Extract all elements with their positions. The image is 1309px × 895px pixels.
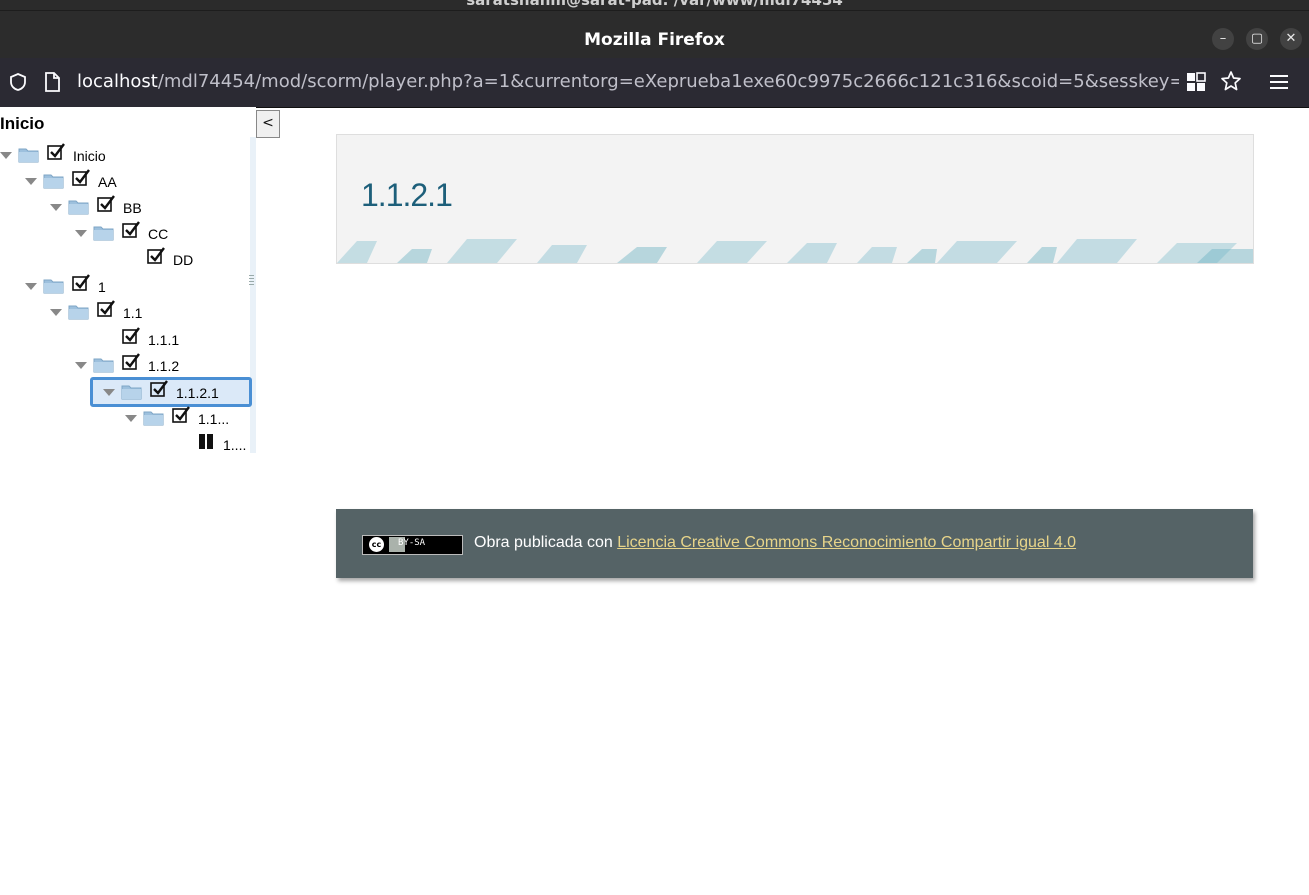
cc-logo-icon: cc: [369, 537, 384, 552]
content-header: 1.1.2.1: [336, 134, 1254, 264]
toc-item-label: Inicio: [73, 148, 106, 164]
pause-status-icon: [197, 432, 215, 450]
page-title: 1.1.2.1: [361, 177, 453, 213]
completed-check-icon: [122, 353, 140, 371]
toc-item-label: 1....: [223, 437, 247, 453]
folder-icon: [18, 146, 39, 163]
toc-item[interactable]: 1.1...: [125, 406, 246, 430]
toc-item[interactable]: 1.1.2.1: [90, 377, 252, 407]
completed-check-icon: [97, 195, 115, 213]
toc-item[interactable]: 1....: [150, 432, 246, 453]
hamburger-menu-icon[interactable]: [1270, 72, 1288, 92]
extensions-icon[interactable]: [1186, 72, 1206, 92]
completed-check-icon: [72, 274, 90, 292]
completed-check-icon: [172, 406, 190, 424]
expand-arrow-icon[interactable]: [25, 283, 37, 290]
toc-item-label: DD: [173, 252, 194, 268]
toc-item[interactable]: CC: [75, 221, 246, 245]
window-titlebar: Mozilla Firefox – ▢ ✕: [0, 10, 1309, 58]
toc-resize-grip[interactable]: [249, 275, 254, 287]
toc-item[interactable]: Inicio: [0, 143, 246, 167]
toc-item[interactable]: 1.1: [50, 300, 246, 324]
toc-item[interactable]: 1.1.2: [75, 353, 246, 377]
scorm-toc-panel: Inicio Inicio AA BB CC DD 1 1.1 1.1.1 1.1.2 1.1.2…: [0, 107, 256, 453]
expand-arrow-icon[interactable]: [125, 415, 137, 422]
toc-item-label: 1.1: [123, 305, 143, 321]
folder-icon: [68, 303, 89, 320]
toc-item-label: 1.1.2: [148, 358, 180, 374]
license-text: Obra publicada con Licencia Creative Com…: [474, 534, 1076, 552]
toc-item-label: CC: [148, 226, 169, 242]
expand-arrow-icon[interactable]: [50, 309, 62, 316]
folder-icon: [143, 409, 164, 426]
completed-check-icon: [150, 380, 168, 398]
maximize-button[interactable]: ▢: [1246, 28, 1268, 50]
completed-check-icon: [122, 327, 140, 345]
folder-icon: [93, 224, 114, 241]
toc-item[interactable]: BB: [50, 195, 246, 219]
expand-arrow-icon[interactable]: [103, 389, 115, 396]
toc-item-label: AA: [98, 174, 117, 190]
license-link[interactable]: Licencia Creative Commons Reconocimiento…: [617, 534, 1076, 551]
expand-arrow-icon[interactable]: [0, 152, 12, 159]
os-topbar: saratshahm@sarat-pad: /var/www/mdl74454: [0, 0, 1309, 10]
folder-icon: [68, 198, 89, 215]
completed-check-icon: [47, 143, 65, 161]
url-path: /mdl74454/mod/scorm/player.php?a=1&curre…: [157, 71, 1179, 92]
navigation-bar: localhost/mdl74454/mod/scorm/player.php?…: [0, 58, 1309, 108]
shield-icon[interactable]: [8, 72, 28, 92]
url-input[interactable]: localhost/mdl74454/mod/scorm/player.php?…: [77, 71, 1179, 92]
window-title: Mozilla Firefox: [584, 30, 725, 50]
license-prefix: Obra publicada con: [474, 534, 618, 551]
toc-item-label: 1.1...: [198, 411, 230, 427]
license-footer: cc BY-SA Obra publicada con Licencia Cre…: [336, 509, 1253, 578]
expand-arrow-icon[interactable]: [25, 178, 37, 185]
toc-item[interactable]: 1: [25, 274, 246, 298]
toc-heading: Inicio: [0, 114, 45, 133]
toc-item[interactable]: DD: [100, 247, 246, 271]
bookmark-star-icon[interactable]: [1220, 70, 1242, 92]
expand-arrow-icon[interactable]: [50, 204, 62, 211]
minimize-button[interactable]: –: [1212, 28, 1234, 50]
cc-license-badge[interactable]: cc BY-SA: [362, 535, 463, 555]
toc-item-label: 1: [98, 279, 106, 295]
folder-icon: [43, 172, 64, 189]
page-info-icon[interactable]: [42, 71, 62, 93]
header-pattern: [337, 239, 1253, 263]
toc-item-label: 1.1.1: [148, 332, 180, 348]
folder-icon: [43, 277, 64, 294]
completed-check-icon: [147, 247, 165, 265]
folder-icon: [121, 383, 142, 400]
completed-check-icon: [122, 221, 140, 239]
expand-arrow-icon[interactable]: [75, 362, 87, 369]
toc-item[interactable]: AA: [25, 169, 246, 193]
toc-item[interactable]: 1.1.1: [75, 327, 246, 351]
completed-check-icon: [97, 300, 115, 318]
toc-item-label: 1.1.2.1: [176, 385, 219, 401]
terminal-title: saratshahm@sarat-pad: /var/www/mdl74454: [466, 0, 843, 9]
cc-badge-text: BY-SA: [398, 538, 426, 548]
completed-check-icon: [72, 169, 90, 187]
folder-icon: [93, 356, 114, 373]
close-window-button[interactable]: ✕: [1280, 28, 1302, 50]
url-host: localhost: [77, 71, 158, 92]
expand-arrow-icon[interactable]: [75, 230, 87, 237]
toc-item-label: BB: [123, 200, 142, 216]
toc-toggle-button[interactable]: <: [256, 110, 280, 138]
